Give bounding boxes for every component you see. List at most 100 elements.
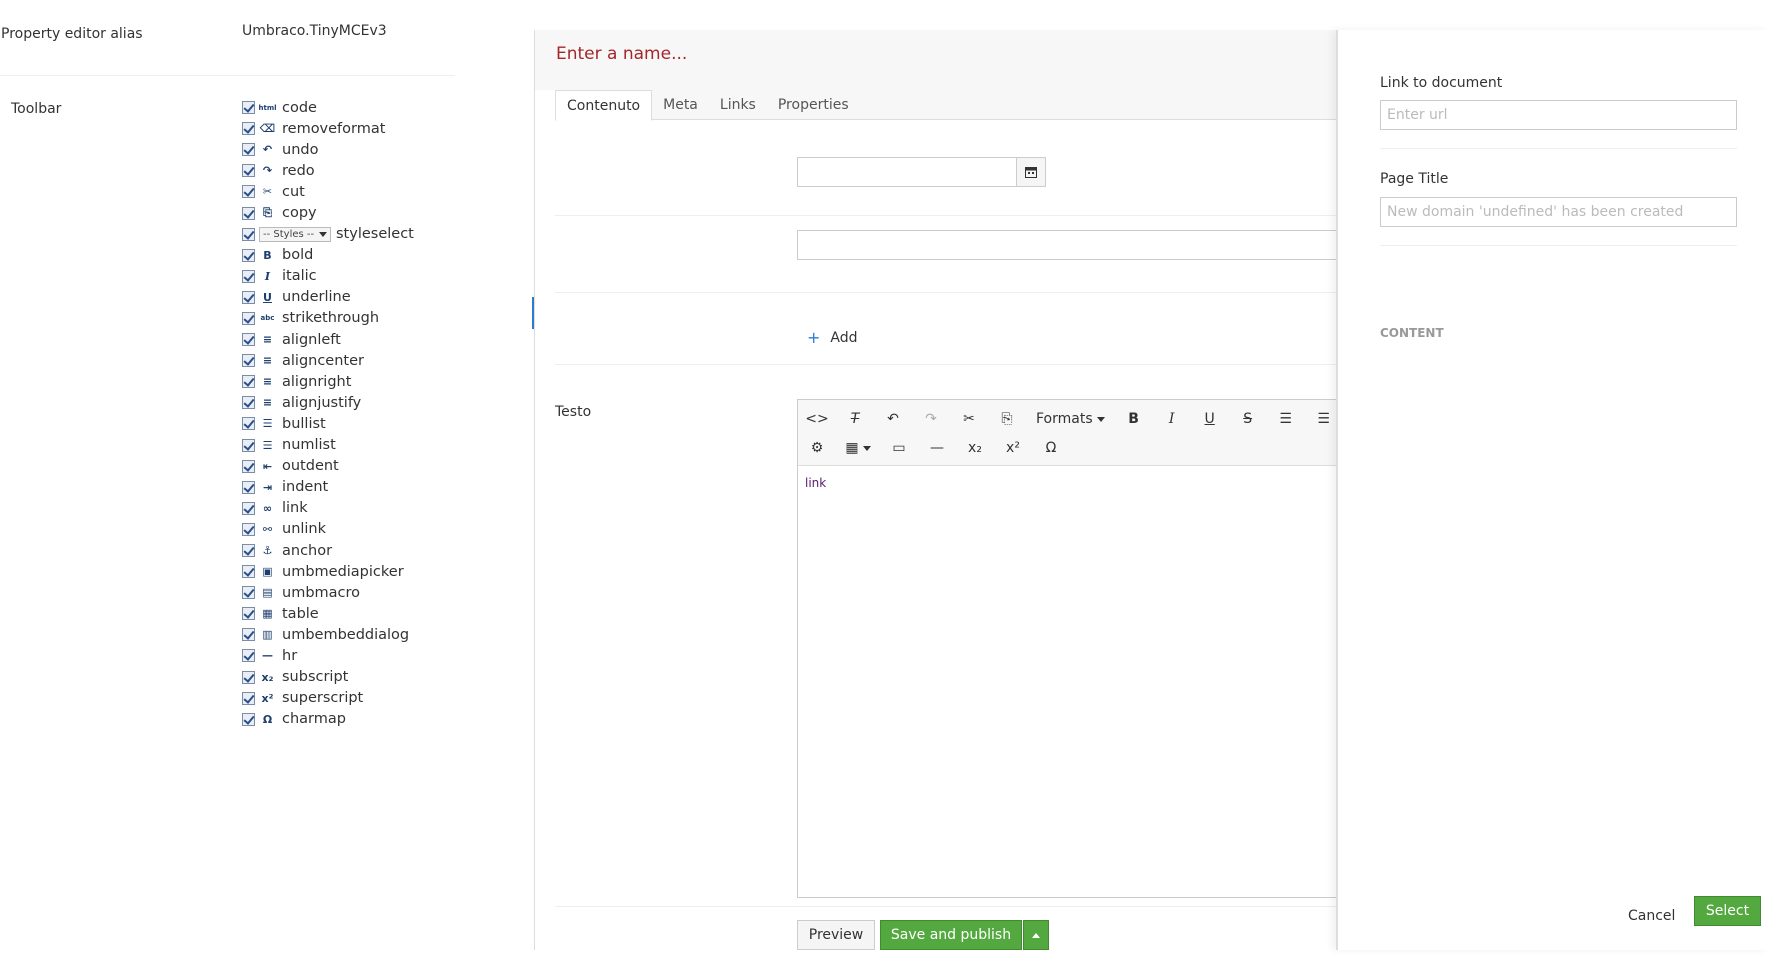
alignleft-button[interactable]: ☰	[1267, 404, 1305, 434]
toolbar-option-underline: Uunderline	[242, 287, 414, 308]
hr-button[interactable]: —	[918, 433, 956, 463]
alias-value: Umbraco.TinyMCEv3	[242, 23, 387, 39]
rte-content-area[interactable]: link	[798, 466, 1338, 500]
superscript-icon: x²	[261, 691, 274, 705]
add-button[interactable]: + Add	[807, 328, 858, 347]
bold-button[interactable]: B	[1115, 404, 1153, 434]
checkbox[interactable]	[242, 649, 255, 663]
checkbox[interactable]	[242, 185, 255, 199]
checkbox[interactable]	[242, 101, 255, 115]
checkbox[interactable]	[242, 712, 255, 726]
embed-button[interactable]: ▭	[880, 433, 918, 463]
date-input[interactable]	[797, 157, 1017, 187]
checkbox[interactable]	[242, 628, 255, 642]
toolbar-option-cut: ✂ cut	[242, 181, 414, 202]
divider	[1380, 245, 1737, 246]
cut-button[interactable]: ✂	[950, 404, 988, 434]
checkbox[interactable]	[242, 459, 255, 473]
toolbar-option-label: alignjustify	[282, 394, 362, 411]
name-input[interactable]: Enter a name...	[556, 44, 687, 64]
bold-icon: B	[263, 248, 272, 262]
toolbar-option-label: alignright	[282, 373, 352, 390]
tab-meta[interactable]: Meta	[652, 90, 709, 120]
outdent-icon: ⇤	[262, 459, 273, 473]
calendar-button[interactable]	[1016, 157, 1046, 187]
rte-content-text: link	[805, 476, 827, 490]
checkbox[interactable]	[242, 544, 255, 558]
checkbox[interactable]	[242, 122, 255, 136]
link-dialog: Link to document Enter url Page Title Ne…	[1336, 30, 1769, 950]
checkbox[interactable]	[242, 480, 255, 494]
checkbox[interactable]	[242, 417, 255, 431]
page-title-label: Page Title	[1380, 171, 1449, 187]
checkbox[interactable]	[242, 607, 255, 621]
checkbox[interactable]	[242, 375, 255, 389]
checkbox[interactable]	[242, 311, 255, 325]
copy-button[interactable]: ⎘	[988, 404, 1026, 434]
checkbox[interactable]	[242, 501, 255, 515]
checkbox[interactable]	[242, 206, 255, 220]
save-and-publish-button[interactable]: Save and publish	[880, 920, 1022, 950]
page-title-input[interactable]: New domain 'undefined' has been created	[1380, 197, 1737, 227]
cancel-button[interactable]: Cancel	[1628, 908, 1675, 924]
checkbox[interactable]	[242, 586, 255, 600]
strikethrough-icon: S	[1243, 411, 1253, 427]
charmap-button[interactable]: Ω	[1032, 433, 1070, 463]
select-button[interactable]: Select	[1694, 896, 1761, 926]
checkbox[interactable]	[242, 354, 255, 368]
checkbox[interactable]	[242, 143, 255, 157]
italic-button[interactable]: I	[1153, 404, 1191, 434]
underline-button[interactable]: U	[1191, 404, 1229, 434]
subscript-button[interactable]: x₂	[956, 433, 994, 463]
rte-toolbar-row-1: <> T ↶ ↷ ✂ ⎘ Formats B I U S ☰ ☰	[798, 404, 1343, 434]
checkbox[interactable]	[242, 227, 255, 241]
strikethrough-button[interactable]: S	[1229, 404, 1267, 434]
undo-button[interactable]: ↶	[874, 404, 912, 434]
checkbox[interactable]	[242, 522, 255, 536]
tab-properties[interactable]: Properties	[767, 90, 860, 120]
checkbox[interactable]	[242, 333, 255, 347]
text-input[interactable]	[797, 230, 1338, 260]
copy-icon: ⎘	[263, 206, 272, 220]
checkbox[interactable]	[242, 164, 255, 178]
toolbar-option-hr: — hr	[242, 645, 414, 666]
toolbar-option-umbembeddialog: ▥ umbembeddialog	[242, 624, 414, 645]
toolbar-option-label: redo	[282, 162, 315, 179]
table-button[interactable]: ▦	[836, 433, 880, 463]
align-left-icon: ≡	[262, 333, 273, 347]
formats-dropdown[interactable]: Formats	[1026, 404, 1115, 434]
checkbox[interactable]	[242, 670, 255, 684]
checkbox[interactable]	[242, 269, 255, 283]
superscript-button[interactable]: x²	[994, 433, 1032, 463]
checkbox[interactable]	[242, 290, 255, 304]
url-input[interactable]: Enter url	[1380, 100, 1737, 130]
rte-toolbar-row-2: ⚙ ▦ ▭ — x₂ x² Ω	[798, 433, 1070, 463]
code-button[interactable]: <>	[798, 404, 836, 434]
italic-icon: I	[264, 269, 271, 283]
checkbox[interactable]	[242, 691, 255, 705]
redo-button[interactable]: ↷	[912, 404, 950, 434]
save-options-button[interactable]	[1023, 920, 1049, 950]
toolbar-option-label: bold	[282, 247, 314, 264]
tab-contenuto[interactable]: Contenuto	[555, 90, 653, 121]
checkbox[interactable]	[242, 565, 255, 579]
unlink-icon: ⚯	[262, 522, 273, 536]
toolbar-option-aligncenter: ≡ aligncenter	[242, 350, 414, 371]
toolbar-option-label: hr	[282, 647, 298, 664]
toolbar-option-redo: ↷ redo	[242, 160, 414, 181]
toolbar-option-label: umbembeddialog	[282, 626, 410, 643]
toolbar-option-bold: Bbold	[242, 245, 414, 266]
removeformat-button[interactable]: T	[836, 404, 874, 434]
toolbar-option-label: umbmacro	[282, 584, 361, 601]
toolbar-option-copy: ⎘ copy	[242, 202, 414, 223]
table-icon: ▦	[262, 607, 273, 621]
toolbar-label: Toolbar	[11, 101, 62, 117]
checkbox[interactable]	[242, 248, 255, 262]
tab-links[interactable]: Links	[709, 90, 767, 120]
toolbar-option-label: numlist	[282, 437, 336, 454]
checkbox[interactable]	[242, 438, 255, 452]
checkbox[interactable]	[242, 396, 255, 410]
toolbar-option-label: indent	[282, 479, 329, 496]
preview-button[interactable]: Preview	[797, 920, 875, 950]
macro-button[interactable]: ⚙	[798, 433, 836, 463]
